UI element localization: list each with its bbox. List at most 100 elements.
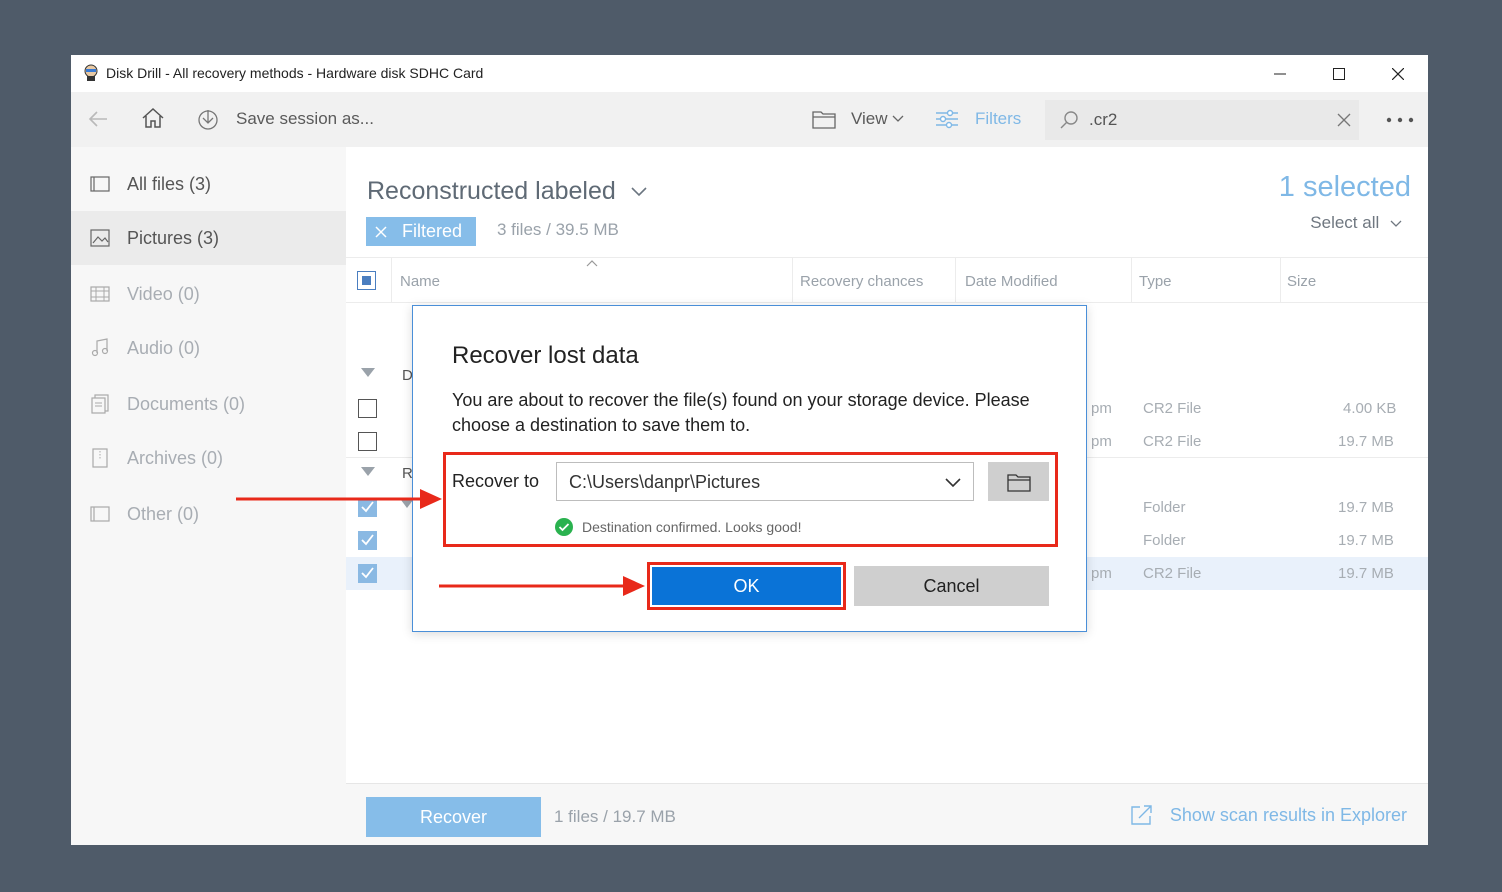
view-dropdown[interactable]: View — [812, 109, 904, 129]
annotation-arrow-icon — [439, 576, 645, 596]
maximize-button[interactable] — [1310, 55, 1368, 92]
video-icon — [90, 286, 110, 302]
recover-button[interactable]: Recover — [366, 797, 541, 837]
destination-confirmation: Destination confirmed. Looks good! — [554, 517, 801, 537]
row-checkbox[interactable] — [358, 564, 377, 583]
column-header-recovery-chances[interactable]: Recovery chances — [800, 273, 923, 290]
explorer-label: Show scan results in Explorer — [1169, 804, 1407, 825]
cancel-button[interactable]: Cancel — [854, 566, 1049, 606]
sort-ascending-icon — [586, 260, 598, 267]
recover-to-label: Recover to — [452, 471, 540, 491]
window-title: Disk Drill - All recovery methods - Hard… — [106, 65, 484, 81]
download-icon — [198, 110, 218, 130]
external-open-icon — [1131, 805, 1152, 825]
type-cell: CR2 File — [1143, 400, 1202, 417]
table-header: Name Recovery chances Date Modified Type… — [346, 257, 1428, 303]
sidebar-item-pictures[interactable]: Pictures (3) — [71, 211, 346, 265]
action-footer: Recover 1 files / 19.7 MB Show scan resu… — [346, 783, 1428, 845]
title-bar: Disk Drill - All recovery methods - Hard… — [71, 55, 1428, 92]
sidebar-item-audio[interactable]: Audio (0) — [71, 321, 346, 375]
sidebar-item-label: Documents (0) — [127, 393, 246, 414]
show-in-explorer-link[interactable]: Show scan results in Explorer — [1130, 804, 1407, 826]
date-cell: pm — [1091, 565, 1112, 582]
back-arrow-icon — [88, 111, 107, 127]
dialog-title: Recover lost data — [452, 342, 639, 369]
maximize-icon — [1333, 67, 1345, 80]
results-heading: Reconstructed labeled — [367, 177, 616, 205]
checkmark-icon — [361, 567, 374, 579]
column-header-type[interactable]: Type — [1139, 273, 1172, 290]
column-header-size[interactable]: Size — [1287, 273, 1316, 290]
search-box[interactable]: .cr2 — [1045, 100, 1359, 140]
archives-icon — [92, 448, 108, 468]
annotation-arrow-icon — [236, 489, 442, 509]
chevron-down-icon — [945, 478, 961, 488]
row-checkbox[interactable] — [358, 531, 377, 550]
sidebar-item-archives[interactable]: Archives (0) — [71, 431, 346, 485]
minimize-icon — [1274, 73, 1286, 74]
selected-count: 1 selected — [1278, 171, 1411, 203]
confirmation-text: Destination confirmed. Looks good! — [582, 519, 802, 535]
filtered-chip[interactable]: Filtered — [366, 217, 476, 246]
collapse-triangle-icon[interactable] — [361, 467, 375, 477]
size-cell: 19.7 MB — [1338, 433, 1394, 450]
files-summary: 3 files / 39.5 MB — [497, 220, 619, 239]
select-all-checkbox[interactable] — [357, 271, 376, 290]
disk-drill-logo-icon — [84, 64, 98, 81]
filtered-label: Filtered — [402, 221, 463, 241]
close-window-button[interactable] — [1369, 55, 1427, 92]
home-icon — [142, 107, 164, 128]
column-header-name[interactable]: Name — [400, 273, 440, 290]
filters-button[interactable]: Filters — [935, 108, 1021, 130]
type-cell: CR2 File — [1143, 433, 1202, 450]
select-all-dropdown[interactable]: Select all — [1310, 213, 1402, 233]
dialog-message: You are about to recover the file(s) fou… — [452, 390, 1030, 435]
sidebar-item-label: Pictures (3) — [127, 227, 220, 248]
toolbar: Save session as... View Filters .cr2 — [71, 92, 1428, 147]
type-cell: Folder — [1143, 499, 1186, 516]
close-icon[interactable] — [375, 225, 387, 238]
save-session-button[interactable]: Save session as... — [197, 108, 374, 130]
sidebar-item-label: Video (0) — [127, 283, 200, 304]
sidebar-item-documents[interactable]: Documents (0) — [71, 377, 346, 431]
folder-icon — [1006, 473, 1031, 492]
date-cell: pm — [1091, 400, 1112, 417]
sidebar-item-label: Other (0) — [127, 503, 200, 524]
view-label: View — [851, 109, 888, 128]
chevron-down-icon — [631, 187, 647, 197]
collapse-triangle-icon[interactable] — [361, 368, 375, 378]
date-cell: pm — [1091, 433, 1112, 450]
pictures-icon — [90, 229, 110, 247]
back-button[interactable] — [87, 109, 109, 129]
check-circle-icon — [555, 518, 573, 536]
row-checkbox[interactable] — [358, 399, 377, 418]
minimize-button[interactable] — [1251, 55, 1309, 92]
filters-label: Filters — [975, 109, 1022, 128]
audio-icon — [91, 338, 109, 357]
close-icon — [1392, 67, 1404, 80]
destination-select[interactable]: C:\Users\danpr\Pictures — [556, 462, 974, 501]
checkmark-icon — [361, 534, 374, 546]
save-session-label: Save session as... — [236, 109, 374, 128]
more-options-button[interactable] — [1386, 117, 1414, 123]
size-cell: 19.7 MB — [1338, 499, 1394, 516]
search-input[interactable]: .cr2 — [1089, 110, 1117, 130]
sidebar-item-label: Audio (0) — [127, 337, 201, 358]
selected-summary: 1 files / 19.7 MB — [554, 807, 676, 826]
folder-icon — [812, 111, 836, 129]
row-checkbox[interactable] — [358, 432, 377, 451]
chevron-down-icon — [892, 115, 904, 122]
size-cell: 19.7 MB — [1338, 565, 1394, 582]
search-icon — [1060, 111, 1078, 129]
column-header-date-modified[interactable]: Date Modified — [965, 273, 1058, 290]
clear-search-icon[interactable] — [1337, 113, 1351, 127]
results-heading-dropdown[interactable]: Reconstructed labeled — [367, 177, 647, 206]
documents-icon — [91, 394, 109, 414]
type-cell: CR2 File — [1143, 565, 1202, 582]
sidebar-item-video[interactable]: Video (0) — [71, 267, 346, 321]
all-files-icon — [90, 176, 110, 192]
ok-button[interactable]: OK — [652, 567, 841, 605]
browse-folder-button[interactable] — [988, 462, 1049, 501]
sidebar-item-all-files[interactable]: All files (3) — [71, 157, 346, 211]
home-button[interactable] — [141, 107, 165, 129]
